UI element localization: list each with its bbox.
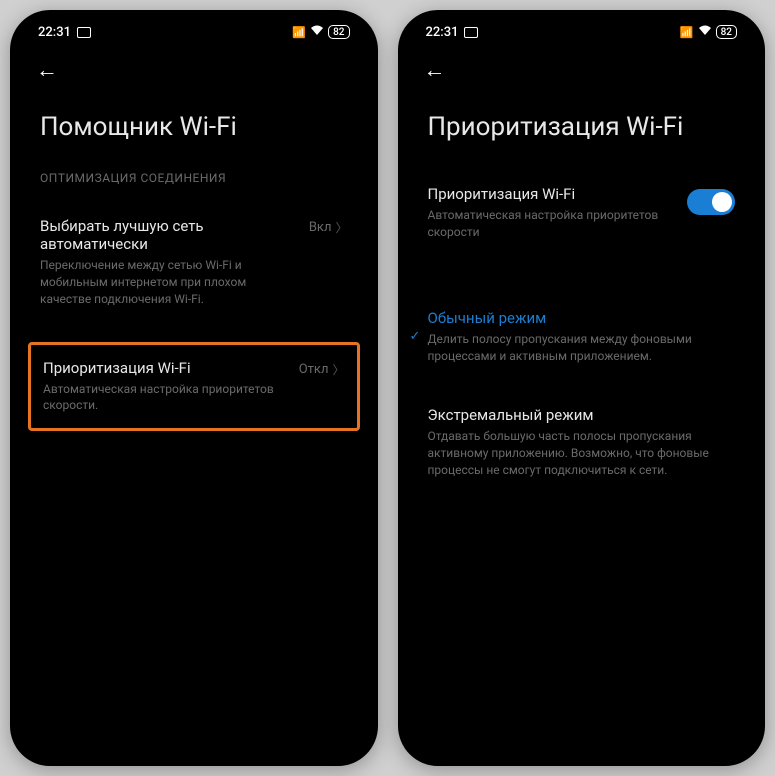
mode-desc: Делить полосу пропускания между фоновыми… — [428, 331, 736, 365]
mode-desc: Отдавать большую часть полосы пропускани… — [428, 428, 736, 478]
status-left: 22:31 — [426, 25, 479, 40]
toggle-switch[interactable] — [687, 189, 735, 215]
item-desc: Автоматическая настройка приоритетов ско… — [428, 207, 676, 241]
chevron-right-icon: 〉 — [335, 219, 347, 236]
mode-title: Обычный режим — [428, 309, 736, 327]
navbar: ← — [18, 46, 370, 94]
clock: 22:31 — [426, 25, 459, 40]
item-text: Приоритизация Wi-Fi Автоматическая настр… — [43, 359, 299, 415]
cast-icon — [464, 27, 478, 38]
signal-icon: 📶 — [292, 26, 306, 39]
check-icon: ✓ — [410, 329, 421, 344]
page-title: Помощник Wi-Fi — [40, 112, 348, 143]
back-button[interactable]: ← — [36, 57, 58, 83]
phone-left: 22:31 📶 82 ← Помощник Wi-Fi ОПТИМИЗАЦИЯ … — [10, 10, 378, 766]
cast-icon — [77, 27, 91, 38]
value-text: Откл — [299, 362, 329, 377]
phone-right: 22:31 📶 82 ← Приоритизация Wi-Fi Приорит… — [398, 10, 766, 766]
mode-normal[interactable]: ✓ Обычный режим Делить полосу пропускани… — [428, 295, 736, 379]
signal-icon: 📶 — [680, 26, 694, 39]
setting-auto-network[interactable]: Выбирать лучшую сеть автоматически Перек… — [40, 203, 348, 321]
content-right: Приоритизация Wi-Fi Приоритизация Wi-Fi … — [406, 94, 758, 758]
item-value: Вкл 〉 — [309, 219, 348, 236]
screen-left: 22:31 📶 82 ← Помощник Wi-Fi ОПТИМИЗАЦИЯ … — [18, 18, 370, 758]
value-text: Вкл — [309, 220, 332, 235]
mode-extreme[interactable]: Экстремальный режим Отдавать большую час… — [428, 392, 736, 492]
chevron-right-icon: 〉 — [332, 361, 344, 378]
battery-icon: 82 — [716, 25, 737, 39]
wifi-icon — [310, 25, 324, 39]
status-right: 📶 82 — [292, 25, 349, 39]
item-desc: Переключение между сетью Wi-Fi и мобильн… — [40, 257, 297, 307]
status-left: 22:31 — [38, 25, 91, 40]
item-title: Приоритизация Wi-Fi — [428, 185, 676, 203]
item-text: Выбирать лучшую сеть автоматически Перек… — [40, 217, 309, 307]
section-header: ОПТИМИЗАЦИЯ СОЕДИНЕНИЯ — [40, 171, 348, 185]
battery-icon: 82 — [328, 25, 349, 39]
statusbar: 22:31 📶 82 — [18, 18, 370, 46]
statusbar: 22:31 📶 82 — [406, 18, 758, 46]
wifi-icon — [698, 25, 712, 39]
clock: 22:31 — [38, 25, 71, 40]
item-desc: Автоматическая настройка приоритетов ско… — [43, 381, 287, 415]
item-title: Выбирать лучшую сеть автоматически — [40, 217, 297, 253]
mode-title: Экстремальный режим — [428, 406, 736, 424]
screen-right: 22:31 📶 82 ← Приоритизация Wi-Fi Приорит… — [406, 18, 758, 758]
item-title: Приоритизация Wi-Fi — [43, 359, 287, 377]
setting-priority-toggle[interactable]: Приоритизация Wi-Fi Автоматическая настр… — [428, 171, 736, 255]
page-title: Приоритизация Wi-Fi — [428, 112, 736, 143]
item-value: Откл 〉 — [299, 361, 345, 378]
content-left: Помощник Wi-Fi ОПТИМИЗАЦИЯ СОЕДИНЕНИЯ Вы… — [18, 94, 370, 758]
back-button[interactable]: ← — [424, 57, 446, 83]
navbar: ← — [406, 46, 758, 94]
setting-wifi-priority[interactable]: Приоритизация Wi-Fi Автоматическая настр… — [28, 342, 360, 432]
status-right: 📶 82 — [680, 25, 737, 39]
item-text: Приоритизация Wi-Fi Автоматическая настр… — [428, 185, 688, 241]
